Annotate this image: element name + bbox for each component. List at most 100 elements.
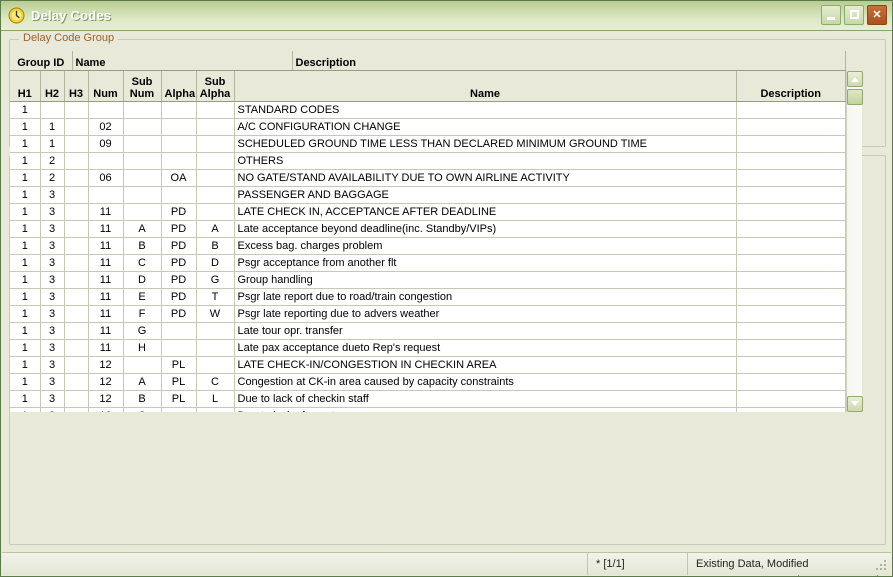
cell-sub-alpha[interactable]: T <box>196 288 235 306</box>
cell-name[interactable]: Late acceptance beyond deadline(inc. Sta… <box>234 220 737 238</box>
cell-description[interactable] <box>736 169 846 187</box>
cell-sub-alpha[interactable]: B <box>196 237 235 255</box>
cell-description[interactable] <box>736 203 846 221</box>
cell-h1[interactable]: 1 <box>10 101 41 119</box>
cell-description[interactable] <box>736 305 846 323</box>
cell-h1[interactable]: 1 <box>10 152 41 170</box>
cell-sub-alpha[interactable] <box>196 186 235 204</box>
column-header-name[interactable]: Name <box>234 71 737 102</box>
cell-sub-alpha[interactable]: W <box>196 305 235 323</box>
cell-name[interactable]: PASSENGER AND BAGGAGE <box>234 186 737 204</box>
cell-sub-alpha[interactable] <box>196 152 235 170</box>
cell-sub-num[interactable] <box>123 203 162 221</box>
table-row[interactable]: 1 3 11 A PD A Late acceptance beyond deadline(… <box>10 220 846 238</box>
cell-h3[interactable] <box>64 237 89 255</box>
cell-alpha[interactable]: PD <box>161 254 197 272</box>
cell-name[interactable]: Psgr late report due to road/train conge… <box>234 288 737 306</box>
cell-sub-alpha[interactable] <box>196 203 235 221</box>
cell-h2[interactable]: 3 <box>40 288 65 306</box>
cell-name[interactable]: Group handling <box>234 271 737 289</box>
cell-name[interactable]: Congestion at CK-in area caused by capac… <box>234 373 737 391</box>
cell-alpha[interactable] <box>161 186 197 204</box>
cell-sub-alpha[interactable] <box>196 169 235 187</box>
cell-description[interactable] <box>736 135 846 153</box>
cell-description[interactable] <box>736 271 846 289</box>
cell-sub-alpha[interactable] <box>196 101 235 119</box>
maximize-button[interactable] <box>844 5 864 25</box>
cell-num[interactable]: 11 <box>88 237 124 255</box>
cell-sub-num[interactable]: E <box>123 288 162 306</box>
cell-num[interactable]: 11 <box>88 288 124 306</box>
cell-sub-num[interactable]: A <box>123 373 162 391</box>
table-row[interactable]: 1 3 11 PD LATE CHECK IN, ACCEPTANCE AFTER DE… <box>10 203 846 221</box>
cell-h3[interactable] <box>64 186 89 204</box>
cell-description[interactable] <box>736 254 846 272</box>
cell-description[interactable] <box>736 339 846 357</box>
cell-alpha[interactable]: PD <box>161 288 197 306</box>
cell-h1[interactable]: 1 <box>10 254 41 272</box>
column-header-description[interactable]: Description <box>736 71 846 102</box>
cell-sub-alpha[interactable]: C <box>196 373 235 391</box>
column-header-h2[interactable]: H2 <box>40 71 65 102</box>
cell-alpha[interactable]: PD <box>161 305 197 323</box>
cell-h2[interactable]: 3 <box>40 237 65 255</box>
cell-num[interactable] <box>88 101 124 119</box>
cell-sub-num[interactable] <box>123 356 162 374</box>
table-row[interactable]: 1 3 11 C PD D Psgr acceptance from another flt <box>10 254 846 272</box>
column-header-group-name[interactable]: Name <box>72 51 293 71</box>
cell-h1[interactable]: 1 <box>10 271 41 289</box>
column-header-sub-alpha[interactable]: Sub Alpha <box>196 71 235 102</box>
cell-sub-num[interactable]: H <box>123 339 162 357</box>
cell-description[interactable] <box>736 152 846 170</box>
cell-alpha[interactable]: PL <box>161 390 197 408</box>
column-header-h1[interactable]: H1 <box>10 71 41 102</box>
cell-description[interactable] <box>736 237 846 255</box>
cell-sub-num[interactable]: B <box>123 390 162 408</box>
cell-sub-alpha[interactable] <box>196 135 235 153</box>
cell-sub-alpha[interactable]: A <box>196 220 235 238</box>
cell-h3[interactable] <box>64 356 89 374</box>
cell-description[interactable] <box>736 101 846 119</box>
cell-h1[interactable]: 1 <box>10 322 41 340</box>
cell-h2[interactable]: 3 <box>40 203 65 221</box>
cell-description[interactable] <box>736 322 846 340</box>
cell-name[interactable]: NO GATE/STAND AVAILABILITY DUE TO OWN AI… <box>234 169 737 187</box>
cell-h2[interactable]: 3 <box>40 186 65 204</box>
table-row[interactable]: 1 3 11 B PD B Excess bag. charges problem <box>10 237 846 255</box>
cell-h1[interactable]: 1 <box>10 118 41 136</box>
cell-description[interactable] <box>736 186 846 204</box>
cell-sub-alpha[interactable] <box>196 407 235 412</box>
delay-code-scrollbar[interactable] <box>846 71 863 412</box>
cell-num[interactable]: 11 <box>88 322 124 340</box>
cell-h1[interactable]: 1 <box>10 373 41 391</box>
cell-h2[interactable]: 3 <box>40 390 65 408</box>
cell-num[interactable]: 12 <box>88 407 124 412</box>
table-row[interactable]: 1 3 12 A PL C Congestion at CK-in area caused … <box>10 373 846 391</box>
cell-sub-num[interactable] <box>123 135 162 153</box>
cell-num[interactable]: 11 <box>88 254 124 272</box>
cell-h3[interactable] <box>64 169 89 187</box>
cell-name[interactable]: A/C CONFIGURATION CHANGE <box>234 118 737 136</box>
cell-h2[interactable]: 3 <box>40 271 65 289</box>
cell-sub-num[interactable] <box>123 152 162 170</box>
cell-sub-num[interactable]: D <box>123 271 162 289</box>
column-header-h3[interactable]: H3 <box>64 71 89 102</box>
cell-sub-num[interactable] <box>123 118 162 136</box>
cell-h1[interactable]: 1 <box>10 356 41 374</box>
cell-name[interactable]: STANDARD CODES <box>234 101 737 119</box>
scroll-up-button[interactable] <box>847 71 863 87</box>
table-row[interactable]: 1 3 11 E PD T Psgr late report due to road/tra… <box>10 288 846 306</box>
cell-h2[interactable]: 3 <box>40 305 65 323</box>
cell-sub-alpha[interactable] <box>196 356 235 374</box>
column-header-alpha[interactable]: Alpha <box>161 71 197 102</box>
cell-num[interactable]: 06 <box>88 169 124 187</box>
cell-h2[interactable]: 1 <box>40 135 65 153</box>
cell-h1[interactable]: 1 <box>10 203 41 221</box>
cell-h3[interactable] <box>64 288 89 306</box>
cell-name[interactable]: SCHEDULED GROUND TIME LESS THAN DECLARED… <box>234 135 737 153</box>
cell-num[interactable]: 11 <box>88 339 124 357</box>
cell-num[interactable]: 12 <box>88 356 124 374</box>
column-header-group-id[interactable]: Group ID <box>10 51 73 71</box>
cell-h1[interactable]: 1 <box>10 390 41 408</box>
cell-description[interactable] <box>736 118 846 136</box>
